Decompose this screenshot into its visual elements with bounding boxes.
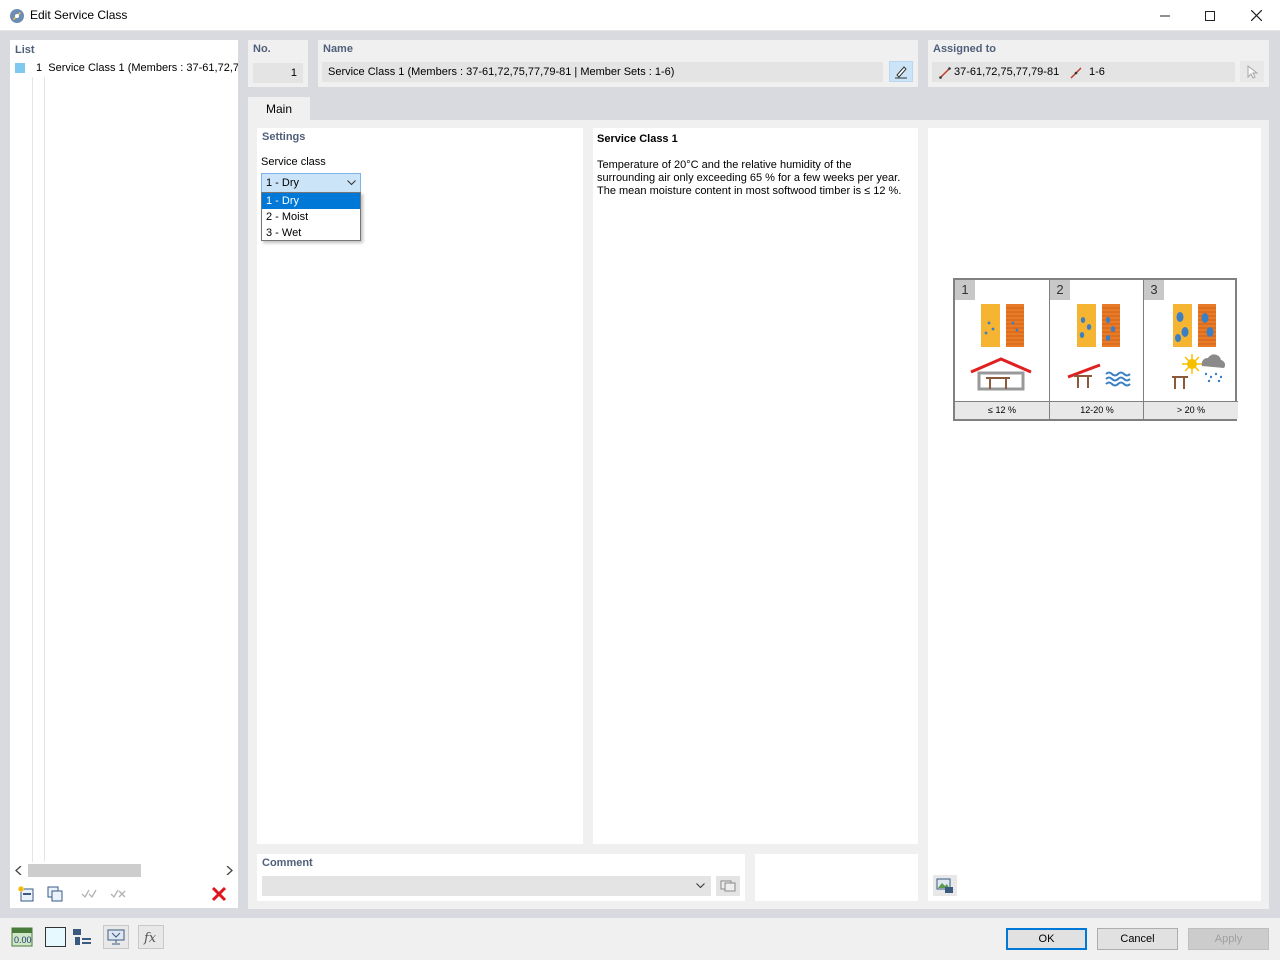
- list-item[interactable]: 1 Service Class 1 (Members : 37-61,72,75…: [10, 61, 238, 77]
- copy-icon: [47, 886, 63, 902]
- pick-cursor-icon: [1247, 64, 1259, 79]
- name-label: Name: [323, 43, 353, 55]
- wet-outdoor-illustration: [1172, 304, 1226, 389]
- minimize-icon: [1160, 15, 1170, 16]
- number-field[interactable]: 1: [253, 63, 303, 83]
- svg-text:0.00: 0.00: [14, 935, 32, 945]
- monitor-icon: [107, 929, 125, 945]
- comment-side-panel: [755, 854, 918, 901]
- edit-pencil-icon: [895, 65, 907, 78]
- new-item-icon: [18, 886, 34, 902]
- moisture-label: 12-20 %: [1050, 401, 1144, 419]
- dry-building-illustration: [970, 304, 1032, 391]
- description-title: Service Class 1: [597, 133, 678, 145]
- formula-button[interactable]: fx: [138, 925, 164, 949]
- check-all-button[interactable]: [78, 884, 100, 904]
- list-item-number: 1: [36, 62, 43, 74]
- tree-guide: [32, 77, 33, 863]
- assigned-panel: Assigned to 37-61,72,75,77,79-81 1-6: [928, 40, 1269, 87]
- copy-item-button[interactable]: [44, 884, 66, 904]
- list-item-text: Service Class 1 (Members : 37-61,72,75,7…: [48, 62, 238, 74]
- comment-input[interactable]: [262, 876, 711, 896]
- uncheck-all-button[interactable]: [107, 884, 129, 904]
- service-class-value: 1 - Dry: [266, 177, 299, 189]
- service-class-figure: 1 ≤ 12 % 2 12-20 % 3 > 20 %: [953, 278, 1238, 421]
- image-options-button[interactable]: [933, 875, 957, 896]
- member-set-icon: [1070, 67, 1082, 79]
- name-panel: Name Service Class 1 (Members : 37-61,72…: [318, 40, 918, 87]
- name-field[interactable]: Service Class 1 (Members : 37-61,72,75,7…: [322, 62, 883, 82]
- moisture-label: ≤ 12 %: [955, 401, 1049, 419]
- tree-guide: [44, 77, 45, 863]
- assigned-label: Assigned to: [933, 43, 996, 55]
- check-all-icon: [81, 889, 97, 899]
- list-horizontal-scrollbar[interactable]: [10, 862, 238, 879]
- list-toolbar: [10, 880, 238, 908]
- edit-name-button[interactable]: [889, 61, 913, 82]
- chevron-down-icon[interactable]: [696, 883, 705, 889]
- comment-library-icon: [720, 880, 736, 892]
- decimal-places-icon: 0.00: [11, 927, 33, 947]
- member-icon: [939, 67, 951, 79]
- settings-label: Settings: [262, 131, 306, 143]
- picture-settings-icon: [936, 878, 953, 893]
- close-icon: [1250, 10, 1262, 21]
- list-item-label: 1 Service Class 1 (Members : 37-61,72,75…: [36, 62, 238, 74]
- list-label: List: [15, 44, 35, 56]
- service-class-cell-2: 2 12-20 %: [1049, 280, 1144, 419]
- select-assignment-button[interactable]: [1240, 61, 1264, 82]
- maximize-button[interactable]: [1187, 0, 1233, 31]
- assigned-member-sets: 1-6: [1089, 66, 1105, 78]
- uncheck-all-icon: [110, 889, 126, 899]
- tree-view-icon: [73, 929, 91, 945]
- assigned-members: 37-61,72,75,77,79-81: [954, 66, 1060, 78]
- list-panel: List 1 Service Class 1 (Members : 37-61,…: [10, 40, 238, 908]
- maximize-icon: [1205, 10, 1215, 21]
- service-class-dropdown: 1 - Dry 2 - Moist 3 - Wet: [261, 192, 361, 241]
- chevron-down-icon: [347, 180, 356, 186]
- comment-library-button[interactable]: [716, 876, 740, 896]
- comment-panel: Comment: [257, 854, 745, 901]
- bottom-bar: 0.00 fx OK Cancel Apply: [0, 918, 1280, 960]
- image-panel: [928, 128, 1261, 901]
- scroll-right-icon[interactable]: [225, 866, 233, 875]
- window-title: Edit Service Class: [30, 8, 128, 22]
- close-window-button[interactable]: [1233, 0, 1279, 31]
- description-panel: Service Class 1 Temperature of 20°C and …: [593, 128, 918, 844]
- service-class-cell-1: 1 ≤ 12 %: [955, 280, 1049, 419]
- minimize-button[interactable]: [1142, 0, 1188, 31]
- title-bar: Edit Service Class: [0, 0, 1280, 31]
- decimal-places-button[interactable]: 0.00: [10, 926, 34, 948]
- service-class-cell-3: 3 > 20 %: [1143, 280, 1238, 419]
- moisture-label: > 20 %: [1144, 401, 1238, 419]
- service-class-label: Service class: [261, 156, 326, 168]
- app-icon: [10, 9, 24, 23]
- svg-text:fx: fx: [143, 931, 157, 945]
- new-item-button[interactable]: [15, 884, 37, 904]
- description-text: Temperature of 20°C and the relative hum…: [597, 159, 902, 197]
- function-icon: fx: [143, 931, 157, 945]
- delete-icon: [211, 886, 227, 902]
- option-dry[interactable]: 1 - Dry: [262, 193, 360, 209]
- display-settings-button[interactable]: [70, 926, 94, 948]
- service-class-select[interactable]: 1 - Dry: [261, 173, 361, 193]
- color-button[interactable]: [45, 927, 66, 947]
- view-button[interactable]: [103, 925, 129, 949]
- scroll-left-icon[interactable]: [15, 866, 23, 875]
- delete-button[interactable]: [208, 884, 230, 904]
- color-swatch: [15, 63, 25, 73]
- scrollbar-thumb[interactable]: [28, 864, 141, 877]
- number-label: No.: [253, 43, 271, 55]
- apply-button[interactable]: Apply: [1188, 928, 1269, 950]
- assigned-field[interactable]: 37-61,72,75,77,79-81 1-6: [932, 62, 1235, 82]
- number-panel: No. 1: [248, 40, 308, 87]
- cancel-button[interactable]: Cancel: [1097, 928, 1178, 950]
- option-moist[interactable]: 2 - Moist: [262, 209, 360, 225]
- comment-label: Comment: [262, 857, 313, 869]
- ok-button[interactable]: OK: [1006, 928, 1087, 950]
- option-wet[interactable]: 3 - Wet: [262, 225, 360, 241]
- moist-shelter-illustration: [1067, 304, 1131, 388]
- tab-main[interactable]: Main: [248, 97, 310, 121]
